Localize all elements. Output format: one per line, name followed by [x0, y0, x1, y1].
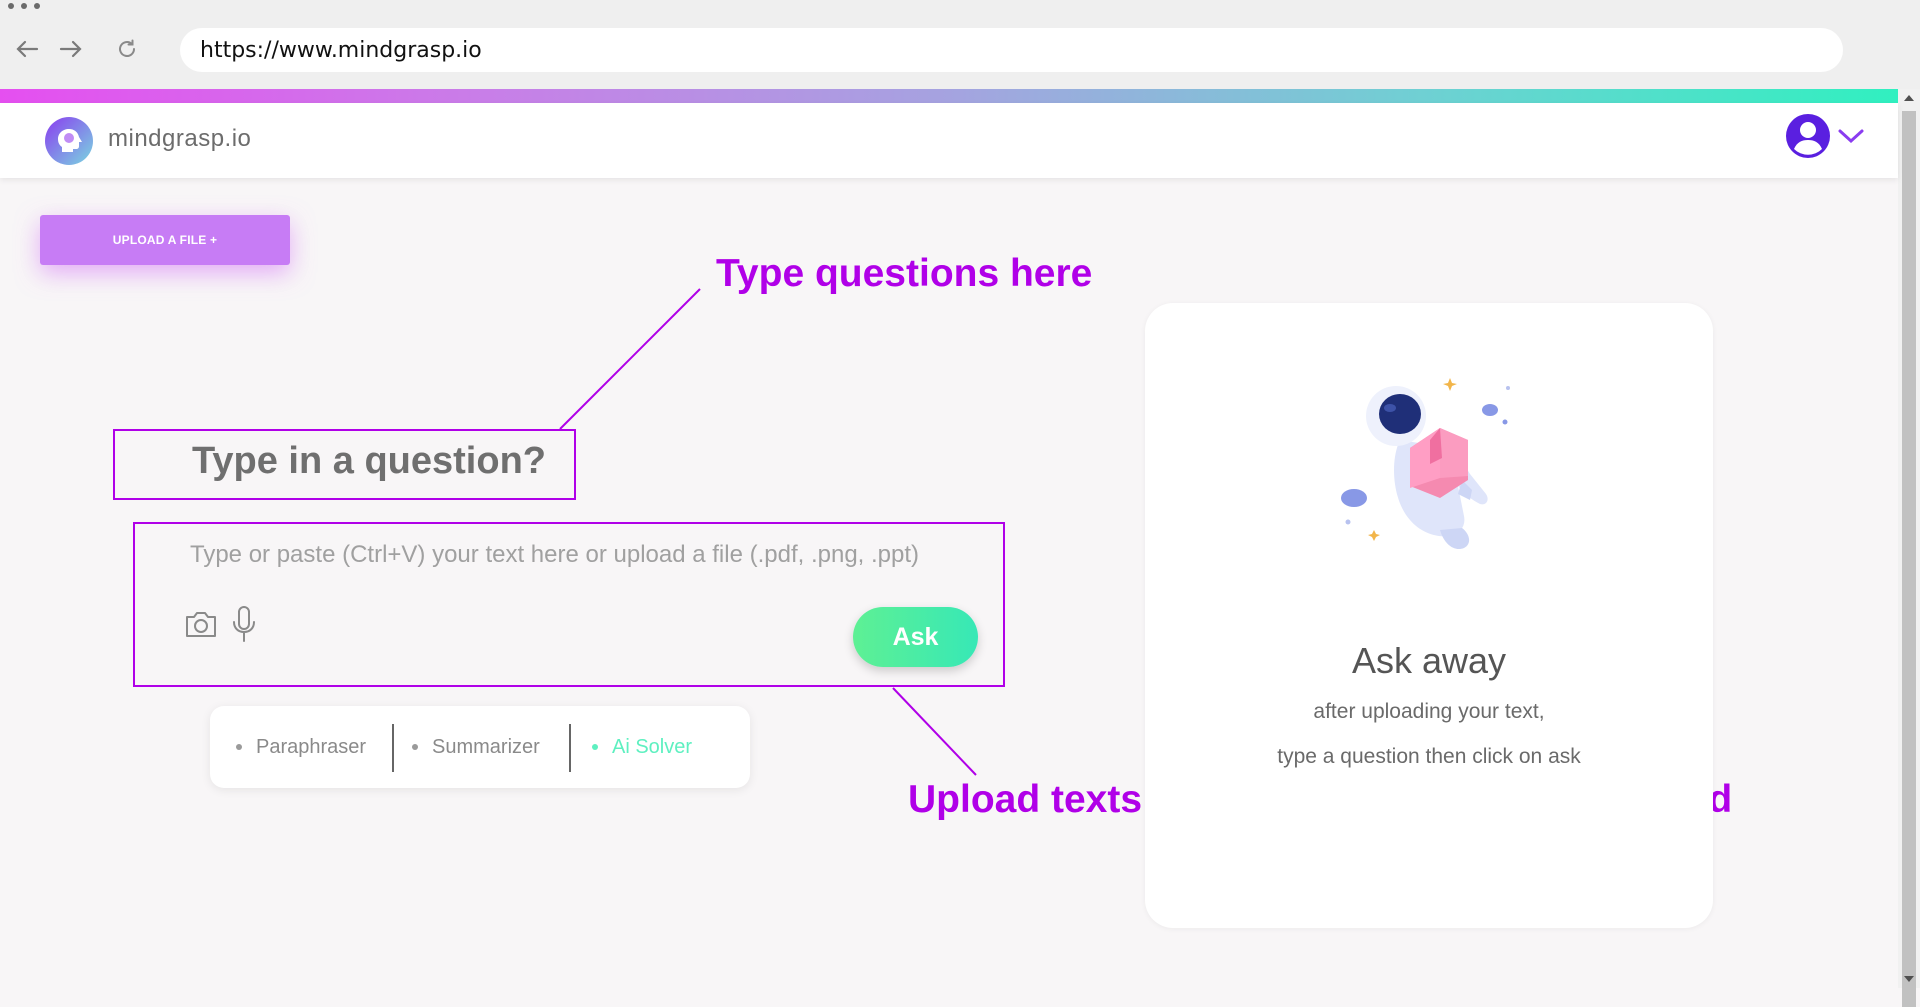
browser-chrome: https://www.mindgrasp.io: [0, 0, 1920, 89]
scroll-thumb[interactable]: [1902, 111, 1916, 1007]
card-title: Ask away: [1351, 640, 1507, 681]
tab-label: Paraphraser: [256, 735, 367, 758]
scroll-up-icon[interactable]: [1904, 95, 1914, 101]
user-avatar-icon[interactable]: [1785, 113, 1831, 159]
annotation-type-questions: Type questions here: [716, 252, 1093, 295]
card-subtitle-line-1: after uploading your text,: [1313, 700, 1545, 723]
brain-logo-icon[interactable]: [45, 117, 93, 165]
url-text: https://www.mindgrasp.io: [200, 37, 482, 63]
card-subtitle-line-2: type a question then click on ask: [1277, 745, 1581, 768]
forward-arrow-icon[interactable]: [58, 36, 84, 62]
tab-label: Ai Solver: [612, 735, 693, 758]
tab-label: Summarizer: [432, 735, 540, 758]
astronaut-reading-illustration: [1341, 378, 1510, 550]
tab-ai-solver[interactable]: Ai Solver: [592, 706, 692, 788]
reload-icon[interactable]: [114, 36, 140, 62]
scroll-down-icon[interactable]: [1904, 976, 1914, 982]
window-menu-dots[interactable]: [8, 3, 40, 9]
upload-file-button[interactable]: UPLOAD A FILE +: [40, 215, 290, 265]
microphone-icon[interactable]: [230, 604, 258, 644]
chevron-down-icon[interactable]: [1837, 127, 1865, 145]
tab-divider: [392, 724, 394, 772]
mode-tabs: Paraphraser Summarizer Ai Solver: [210, 706, 750, 788]
tab-paraphraser[interactable]: Paraphraser: [236, 706, 366, 788]
tab-divider: [569, 724, 571, 772]
question-heading: Type in a question?: [192, 440, 546, 482]
question-text-input[interactable]: [190, 538, 990, 572]
tab-summarizer[interactable]: Summarizer: [412, 706, 540, 788]
bullet-dot: [412, 744, 418, 750]
ask-button[interactable]: Ask: [853, 607, 978, 667]
app-header: mindgrasp.io: [0, 103, 1898, 178]
vertical-scrollbar[interactable]: [1898, 89, 1920, 1007]
brand-gradient-bar: [0, 89, 1898, 103]
bullet-dot: [236, 744, 242, 750]
brand-name[interactable]: mindgrasp.io: [108, 125, 251, 153]
camera-icon[interactable]: [184, 608, 218, 640]
bullet-dot: [592, 744, 598, 750]
address-bar[interactable]: https://www.mindgrasp.io: [180, 28, 1843, 72]
back-arrow-icon[interactable]: [14, 36, 40, 62]
